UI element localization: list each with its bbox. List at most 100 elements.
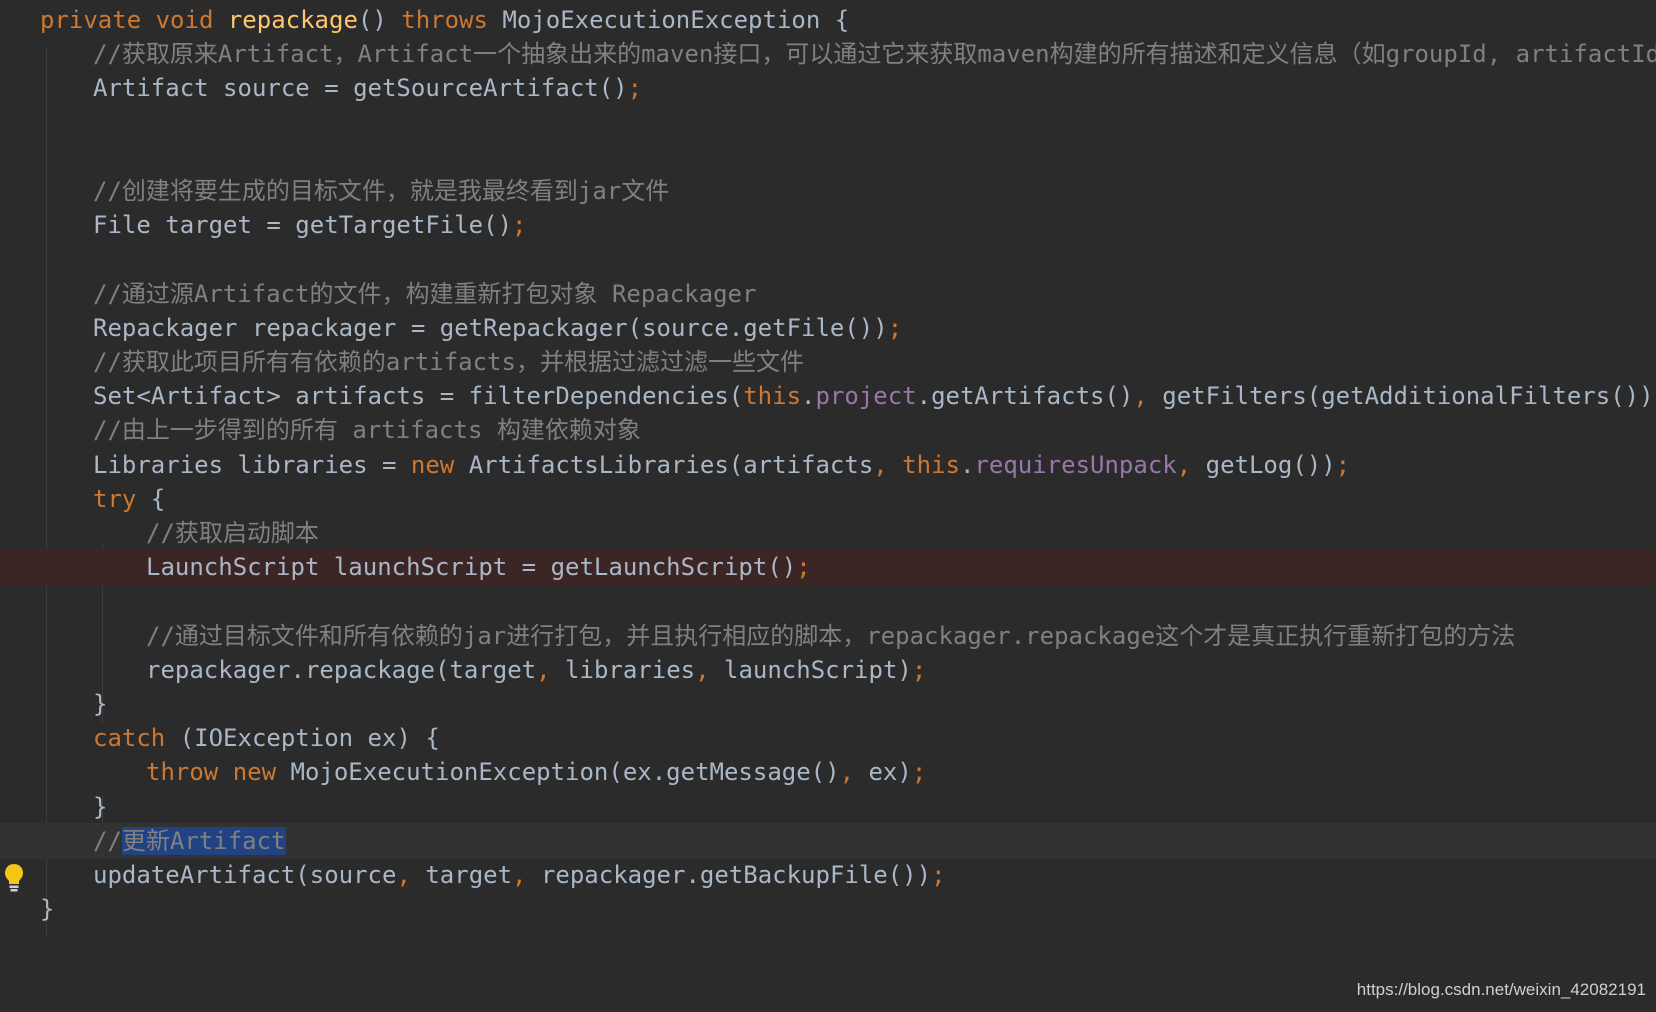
code-line[interactable]: catch (IOException ex) { — [0, 720, 1656, 756]
code-line[interactable]: //更新Artifact — [0, 822, 1656, 859]
code-token: this — [743, 382, 802, 411]
code-token: repackager.getBackupFile()) — [540, 861, 932, 889]
code-token: , — [1133, 382, 1163, 411]
code-token: catch — [93, 724, 180, 753]
code-token: ; — [911, 758, 927, 787]
watermark-url: https://blog.csdn.net/weixin_42082191 — [1356, 980, 1646, 999]
code-token: , — [396, 861, 426, 889]
code-text: //创建将要生成的目标文件，就是我最终看到jar文件 — [93, 173, 669, 209]
code-token: , this — [873, 450, 960, 479]
code-token: File target = getTargetFile() — [93, 211, 513, 240]
code-line[interactable]: try { — [0, 481, 1656, 517]
code-token: Artifact source = getSourceArtifact() — [93, 74, 628, 103]
code-token: , — [536, 655, 566, 684]
code-line[interactable]: //创建将要生成的目标文件，就是我最终看到jar文件 — [0, 173, 1656, 209]
code-token: //获取此项目所有有依赖的artifacts，并根据过滤过滤一些文件 — [93, 348, 804, 376]
code-text: //通过目标文件和所有依赖的jar进行打包，并且执行相应的脚本，repackag… — [146, 618, 1515, 654]
code-token: MojoExecutionException { — [502, 6, 850, 34]
code-text: Set<Artifact> artifacts = filterDependen… — [93, 378, 1656, 414]
code-text: throw new MojoExecutionException(ex.getM… — [146, 754, 926, 790]
code-token: ; — [931, 861, 946, 889]
code-token: //通过源Artifact的文件，构建重新打包对象 Repackager — [93, 279, 757, 308]
selected-text: 更新Artifact — [121, 826, 286, 855]
code-token: try — [93, 484, 151, 513]
code-line[interactable]: //获取此项目所有有依赖的artifacts，并根据过滤过滤一些文件 — [0, 344, 1656, 380]
code-text: Libraries libraries = new ArtifactsLibra… — [93, 447, 1350, 483]
code-token: getLog()) — [1205, 450, 1336, 479]
code-text: } — [93, 789, 107, 825]
code-line[interactable]: repackager.repackage(target, libraries, … — [0, 652, 1656, 688]
code-token: LaunchScript launchScript = getLaunchScr… — [146, 553, 797, 582]
code-line[interactable]: //获取启动脚本 — [0, 515, 1656, 551]
code-token: new — [410, 450, 469, 479]
code-line[interactable]: Artifact source = getSourceArtifact(); — [0, 70, 1656, 106]
code-line[interactable]: Repackager repackager = getRepackager(so… — [0, 310, 1656, 346]
code-line[interactable]: Libraries libraries = new ArtifactsLibra… — [0, 447, 1656, 483]
code-token: throw new — [146, 758, 291, 787]
code-token: //创建将要生成的目标文件，就是我最终看到jar文件 — [93, 177, 670, 205]
code-text: Artifact source = getSourceArtifact(); — [93, 70, 642, 106]
code-text: LaunchScript launchScript = getLaunchScr… — [146, 549, 811, 585]
code-token: (IOException ex) { — [179, 724, 440, 753]
code-text: } — [93, 686, 107, 722]
code-token: //通过目标文件和所有依赖的jar进行打包，并且执行相应的脚本，repackag… — [146, 621, 1516, 650]
code-line[interactable]: } — [0, 789, 1656, 825]
code-token: . — [959, 450, 975, 479]
code-line[interactable]: Set<Artifact> artifacts = filterDependen… — [0, 378, 1656, 414]
code-line[interactable]: throw new MojoExecutionException(ex.getM… — [0, 754, 1656, 790]
code-token: } — [40, 895, 55, 924]
code-token: } — [93, 690, 108, 718]
code-editor[interactable]: private void repackage() throws MojoExec… — [0, 0, 1656, 1012]
code-text: //由上一步得到的所有 artifacts 构建依赖对象 — [93, 412, 641, 448]
code-line-error[interactable]: LaunchScript launchScript = getLaunchScr… — [0, 549, 1656, 586]
code-token: Set<Artifact> artifacts = filterDependen… — [93, 382, 744, 411]
code-token: target — [425, 861, 513, 889]
code-token: getFilters(getAdditionalFilters())) — [1162, 382, 1656, 411]
code-text: repackager.repackage(target, libraries, … — [146, 652, 926, 688]
code-token: //获取原来Artifact，Artifact一个抽象出来的maven接口，可以… — [93, 40, 1656, 69]
code-text: updateArtifact(source, target, repackage… — [93, 857, 946, 893]
code-text: try { — [93, 481, 165, 517]
code-text: catch (IOException ex) { — [93, 720, 440, 756]
code-text: File target = getTargetFile(); — [93, 207, 526, 243]
code-token: ; — [911, 655, 927, 684]
code-line[interactable]: //获取原来Artifact，Artifact一个抽象出来的maven接口，可以… — [0, 36, 1656, 72]
code-line[interactable]: } — [0, 686, 1656, 722]
code-token: , — [695, 655, 724, 684]
code-token: . — [801, 382, 816, 411]
code-token: () — [357, 6, 402, 34]
code-line[interactable] — [0, 241, 1656, 277]
code-token: requiresUnpack — [974, 450, 1177, 479]
code-token: { — [150, 484, 166, 513]
code-text: //获取原来Artifact，Artifact一个抽象出来的maven接口，可以… — [93, 36, 1656, 72]
code-line[interactable]: //通过目标文件和所有依赖的jar进行打包，并且执行相应的脚本，repackag… — [0, 618, 1656, 654]
code-token: , — [512, 861, 541, 889]
code-token: ; — [627, 74, 643, 103]
code-line[interactable]: //由上一步得到的所有 artifacts 构建依赖对象 — [0, 412, 1656, 448]
code-line[interactable]: private void repackage() throws MojoExec… — [0, 2, 1656, 38]
code-token: repackage — [227, 6, 358, 34]
code-text: //更新Artifact — [93, 823, 286, 859]
code-line[interactable]: //通过源Artifact的文件，构建重新打包对象 Repackager — [0, 276, 1656, 312]
code-token: ; — [512, 211, 527, 240]
code-text: //通过源Artifact的文件，构建重新打包对象 Repackager — [93, 276, 756, 312]
code-line[interactable] — [0, 139, 1656, 175]
code-token: private void — [40, 6, 228, 34]
code-line[interactable]: updateArtifact(source, target, repackage… — [0, 857, 1656, 893]
code-token: Repackager repackager = getRepackager(so… — [93, 313, 888, 342]
code-token: libraries — [565, 655, 696, 684]
code-token: , — [1176, 450, 1206, 479]
code-line[interactable] — [0, 583, 1656, 619]
code-line[interactable] — [0, 105, 1656, 141]
code-line[interactable]: File target = getTargetFile(); — [0, 207, 1656, 243]
code-token: throws — [401, 6, 503, 34]
code-line[interactable]: } — [0, 891, 1656, 927]
code-token: ; — [1335, 450, 1351, 479]
lightbulb-icon[interactable] — [3, 862, 25, 894]
code-token: ArtifactsLibraries(artifacts — [468, 450, 874, 479]
code-token: updateArtifact(source — [93, 861, 397, 889]
code-token: //由上一步得到的所有 artifacts 构建依赖对象 — [93, 416, 641, 445]
code-token: } — [93, 792, 108, 821]
code-text: Repackager repackager = getRepackager(so… — [93, 310, 902, 346]
code-text: //获取启动脚本 — [146, 515, 319, 551]
